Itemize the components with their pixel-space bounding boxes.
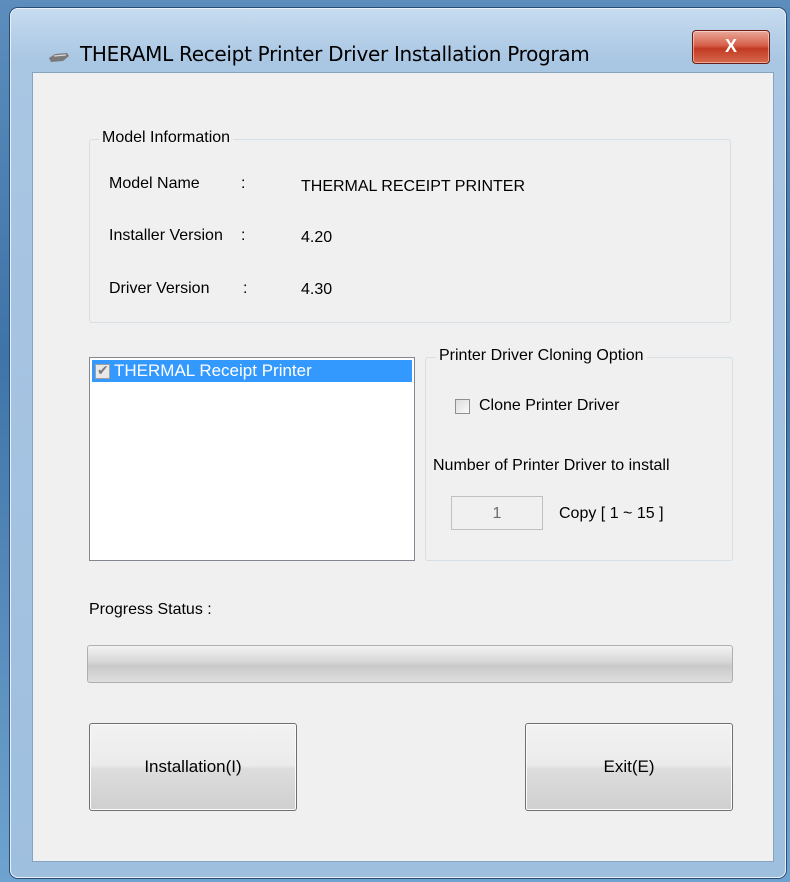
dialog-client-area: Model Information Model Name : THERMAL R… [32, 72, 774, 862]
clone-driver-label[interactable]: Clone Printer Driver [479, 397, 619, 415]
driver-version-value: 4.30 [301, 281, 333, 298]
model-name-value: THERMAL RECEIPT PRINTER [301, 178, 526, 195]
check-icon: ✔ [97, 362, 109, 378]
model-name-separator: : [241, 175, 246, 192]
title-bar[interactable]: THERAML Receipt Printer Driver Installat… [10, 8, 786, 70]
model-name-label: Model Name [109, 175, 200, 192]
clone-driver-checkbox[interactable] [455, 399, 470, 414]
list-item[interactable]: ✔ THERMAL Receipt Printer [92, 360, 412, 382]
copy-range-label: Copy [ 1 ~ 15 ] [559, 505, 664, 522]
exit-button[interactable]: Exit(E) [525, 723, 733, 811]
printer-item-label: THERMAL Receipt Printer [114, 361, 312, 380]
close-button[interactable]: X [692, 30, 770, 64]
installer-window: THERAML Receipt Printer Driver Installat… [10, 8, 786, 878]
progress-bar [87, 645, 733, 683]
installer-version-value: 4.20 [301, 229, 333, 246]
window-title: THERAML Receipt Printer Driver Installat… [80, 42, 590, 66]
printer-list[interactable]: ✔ THERMAL Receipt Printer [89, 357, 415, 561]
driver-version-label: Driver Version [109, 280, 210, 297]
installer-version-separator: : [241, 227, 246, 244]
cloning-option-legend: Printer Driver Cloning Option [436, 347, 647, 365]
installer-version-label: Installer Version [109, 227, 223, 244]
installation-button[interactable]: Installation(I) [89, 723, 297, 811]
printer-checkbox[interactable]: ✔ [95, 362, 110, 379]
driver-version-separator: : [243, 280, 248, 297]
driver-count-field[interactable]: 1 [451, 496, 543, 530]
progress-status-label: Progress Status : [89, 601, 212, 618]
driver-count-label: Number of Printer Driver to install [433, 457, 670, 474]
printer-icon [49, 53, 69, 62]
model-information-legend: Model Information [99, 129, 234, 147]
